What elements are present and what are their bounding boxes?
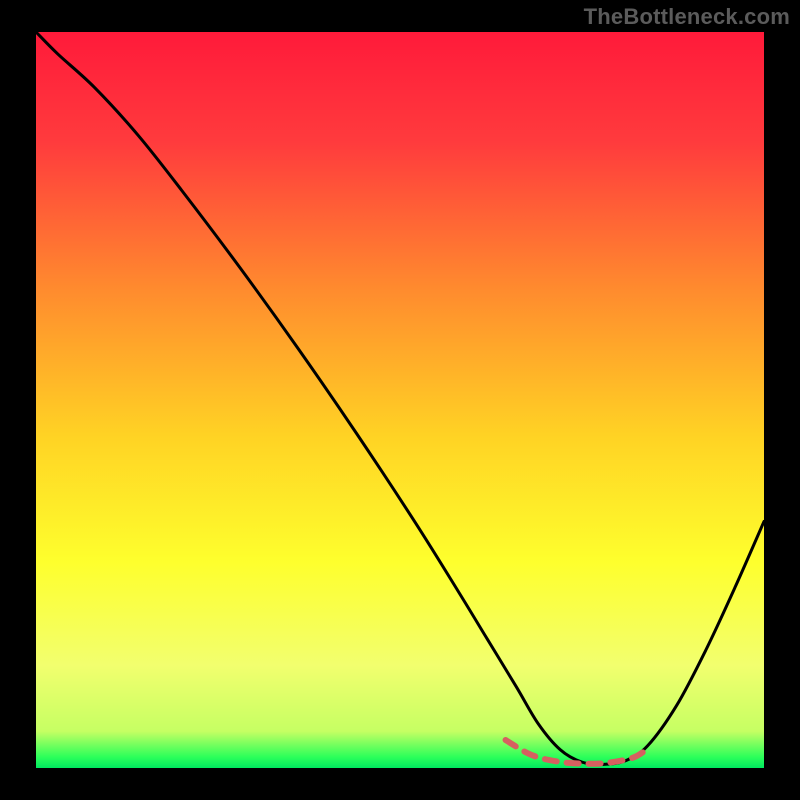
chart-frame: TheBottleneck.com xyxy=(0,0,800,800)
bottleneck-chart xyxy=(0,0,800,800)
watermark-text: TheBottleneck.com xyxy=(584,4,790,30)
